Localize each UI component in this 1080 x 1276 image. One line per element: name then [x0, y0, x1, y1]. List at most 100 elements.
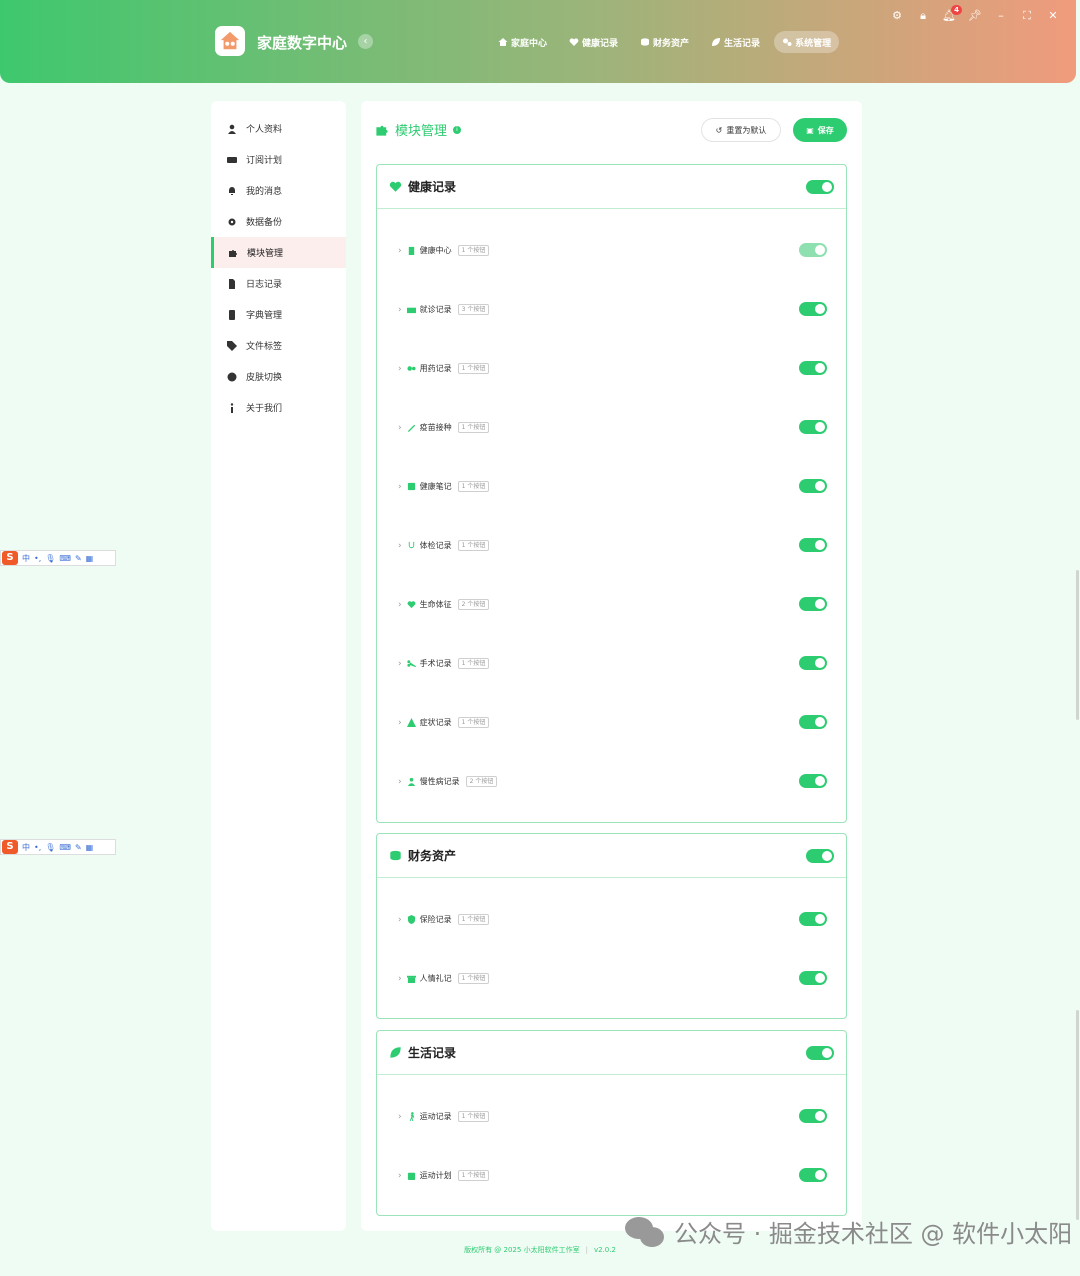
sidebar-item-profile[interactable]: 个人资料: [211, 113, 346, 144]
app-logo[interactable]: [215, 26, 245, 56]
ime-punct-icon: •,: [34, 842, 42, 852]
skin-icon: ✎: [74, 553, 82, 563]
ime-punct-icon: •,: [34, 553, 42, 563]
settings-sliders-icon[interactable]: ⚙: [890, 9, 904, 23]
module-toggle[interactable]: [799, 538, 827, 552]
sidebar-item-about[interactable]: 关于我们: [211, 392, 346, 423]
keyboard-icon: ⌨: [59, 553, 71, 563]
bell-icon: [229, 186, 235, 195]
expand-chevron-icon[interactable]: ›: [398, 423, 402, 433]
module-toggle[interactable]: [799, 1168, 827, 1182]
sidebar-item-subscription[interactable]: 订阅计划: [211, 144, 346, 175]
file-icon: [229, 278, 235, 289]
microphone-icon: 🎙︎: [45, 553, 56, 563]
calendar-icon: [407, 1172, 415, 1180]
module-row: › 症状记录 1 个按钮: [377, 693, 846, 752]
module-toggle[interactable]: [799, 361, 827, 375]
puzzle-icon: [376, 125, 388, 136]
minimize-icon[interactable]: –: [994, 9, 1008, 23]
info-icon: [230, 402, 234, 413]
expand-chevron-icon[interactable]: ›: [398, 246, 402, 256]
module-toggle[interactable]: [799, 420, 827, 434]
pin-icon[interactable]: 📌︎: [968, 9, 982, 23]
expand-chevron-icon[interactable]: ›: [398, 305, 402, 315]
gift-icon: [406, 975, 416, 983]
scrollbar-thumb[interactable]: [1076, 570, 1079, 720]
module-toggle[interactable]: [799, 1109, 827, 1123]
module-toggle[interactable]: [799, 774, 827, 788]
expand-chevron-icon[interactable]: ›: [398, 974, 402, 984]
sidebar-item-file-tags[interactable]: 文件标签: [211, 330, 346, 361]
module-row: › 体检记录 1 个按钮: [377, 516, 846, 575]
person-icon: [407, 777, 415, 786]
sidebar-item-modules[interactable]: 模块管理: [211, 237, 346, 268]
coins-icon: [390, 850, 401, 861]
group-toggle[interactable]: [806, 849, 834, 863]
save-icon: ▣: [806, 125, 814, 135]
skin-icon: ✎: [74, 842, 82, 852]
microphone-icon: 🎙︎: [45, 842, 56, 852]
card-icon: [227, 156, 237, 163]
module-row: › 健康笔记 1 个按钮: [377, 457, 846, 516]
sidebar-item-backup[interactable]: 数据备份: [211, 206, 346, 237]
puzzle-icon: [229, 249, 237, 257]
expand-chevron-icon[interactable]: ›: [398, 659, 402, 669]
expand-chevron-icon[interactable]: ›: [398, 777, 402, 787]
module-toggle[interactable]: [799, 715, 827, 729]
close-icon[interactable]: ✕: [1046, 9, 1060, 23]
nav-system[interactable]: 系统管理: [774, 31, 840, 53]
save-button[interactable]: ▣ 保存: [793, 118, 847, 142]
gear-icon: [228, 218, 236, 225]
top-nav: 家庭中心 健康记录 财务资产 生活记录 系统管理: [490, 31, 840, 53]
grid-icon: ▦: [85, 553, 94, 563]
sidebar-item-skins[interactable]: 皮肤切换: [211, 361, 346, 392]
group-toggle[interactable]: [806, 180, 834, 194]
notification-bell-icon[interactable]: 🔔︎ 4: [942, 5, 962, 23]
shield-icon: [407, 915, 415, 924]
lock-icon[interactable]: 🔒︎: [916, 9, 930, 23]
expand-chevron-icon[interactable]: ›: [398, 541, 402, 551]
nav-home[interactable]: 家庭中心: [490, 31, 555, 53]
module-row: › 疫苗接种 1 个按钮: [377, 398, 846, 457]
scrollbar-thumb[interactable]: [1076, 1010, 1079, 1220]
expand-chevron-icon[interactable]: ›: [398, 482, 402, 492]
module-toggle[interactable]: [799, 656, 827, 670]
reset-default-button[interactable]: ↺ 重置为默认: [701, 118, 781, 142]
expand-chevron-icon[interactable]: ›: [398, 1171, 402, 1181]
nav-finance[interactable]: 财务资产: [632, 31, 697, 53]
running-icon: [409, 1112, 414, 1121]
expand-chevron-icon[interactable]: ›: [398, 600, 402, 610]
module-toggle[interactable]: [799, 597, 827, 611]
module-toggle[interactable]: [799, 479, 827, 493]
nav-health[interactable]: 健康记录: [561, 31, 626, 53]
module-toggle[interactable]: [799, 971, 827, 985]
ime-toolbar[interactable]: S 中 •, 🎙︎ ⌨ ✎ ▦: [0, 550, 116, 566]
leaf-icon: [390, 1047, 401, 1058]
module-row: › 就诊记录 3 个按钮: [377, 280, 846, 339]
ime-logo-icon: S: [2, 551, 18, 565]
expand-chevron-icon[interactable]: ›: [398, 718, 402, 728]
hospital-icon: [406, 307, 416, 314]
collapse-sidebar-button[interactable]: ‹: [358, 34, 373, 49]
expand-chevron-icon[interactable]: ›: [398, 1112, 402, 1122]
sidebar-item-messages[interactable]: 我的消息: [211, 175, 346, 206]
module-toggle[interactable]: [799, 302, 827, 316]
group-toggle[interactable]: [806, 1046, 834, 1060]
maximize-icon[interactable]: ⛶: [1020, 9, 1034, 23]
expand-chevron-icon[interactable]: ›: [398, 915, 402, 925]
grid-icon: ▦: [85, 842, 94, 852]
clipboard-icon: [408, 246, 414, 255]
module-row: › 保险记录 1 个按钮: [377, 890, 846, 949]
expand-chevron-icon[interactable]: ›: [398, 364, 402, 374]
module-row: › 运动计划 1 个按钮: [377, 1146, 846, 1205]
scissors-icon: [406, 660, 416, 668]
sidebar-item-dictionary[interactable]: 字典管理: [211, 299, 346, 330]
help-info-icon[interactable]: i: [453, 125, 462, 134]
heart-icon: [569, 38, 579, 46]
nav-life[interactable]: 生活记录: [703, 31, 768, 53]
window-controls: ⚙ 🔒︎ 🔔︎ 4 📌︎ – ⛶ ✕: [890, 5, 1060, 23]
notes-icon: [407, 482, 415, 491]
ime-toolbar[interactable]: S 中 •, 🎙︎ ⌨ ✎ ▦: [0, 839, 116, 855]
module-toggle[interactable]: [799, 912, 827, 926]
sidebar-item-logs[interactable]: 日志记录: [211, 268, 346, 299]
